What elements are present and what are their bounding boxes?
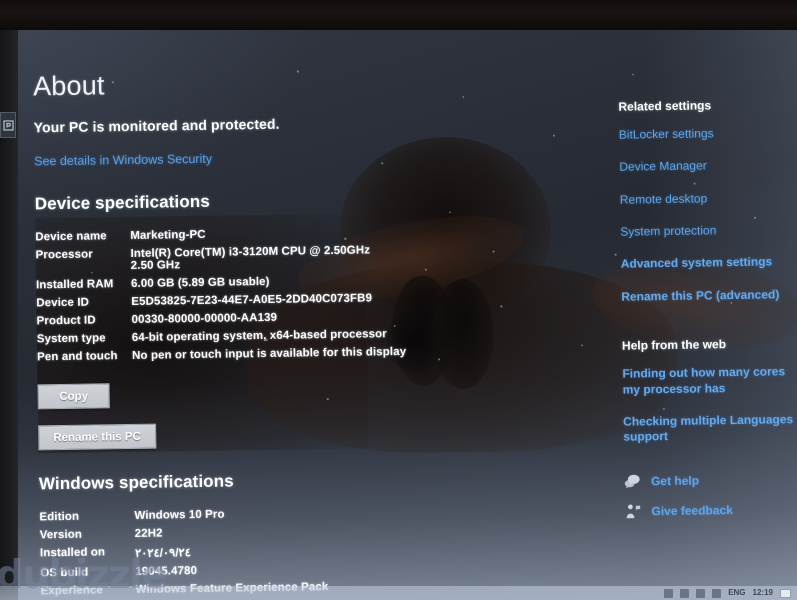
give-feedback-label: Give feedback [651, 502, 733, 518]
related-settings-heading: Related settings [618, 98, 712, 114]
tray-volume-icon[interactable] [696, 588, 706, 598]
right-rail: Related settings BitLocker settings Devi… [618, 97, 797, 533]
monitor-bezel-left [0, 0, 18, 600]
device-specifications-table: Device name Marketing-PC Processor Intel… [35, 220, 597, 366]
language-indicator[interactable]: ENG [728, 589, 745, 597]
tray-network-icon[interactable] [680, 588, 690, 598]
spec-label: Product ID [36, 314, 96, 328]
help-link-multiple-languages-support[interactable]: Checking multiple Languages support [623, 412, 797, 445]
related-link-remote-desktop[interactable]: Remote desktop [620, 190, 797, 208]
spec-label: Edition [39, 510, 80, 524]
related-link-system-protection[interactable]: System protection [620, 222, 797, 240]
protection-status-text: Your PC is monitored and protected. [33, 115, 280, 136]
page-title: About [32, 70, 105, 102]
taskbar-edge-icon[interactable] [0, 112, 16, 138]
monitor-bezel-top [0, 0, 797, 30]
speech-bubble-icon [624, 473, 641, 489]
copy-button[interactable]: Copy [37, 383, 110, 410]
action-center-icon[interactable] [780, 588, 791, 598]
spec-label: Pen and touch [37, 350, 118, 364]
watermark: dubizzle [0, 553, 168, 598]
about-main-content: About Your PC is monitored and protected… [33, 63, 601, 600]
photograph-of-monitor: About Your PC is monitored and protected… [0, 0, 797, 600]
related-link-advanced-system-settings[interactable]: Advanced system settings [621, 254, 797, 272]
feedback-person-icon [624, 503, 641, 519]
clock[interactable]: 12:19 [753, 589, 773, 597]
spec-label: Device ID [36, 296, 90, 310]
help-link-processor-cores[interactable]: Finding out how many cores my processor … [622, 364, 797, 397]
get-help-label: Get help [650, 473, 700, 488]
windows-specifications-heading: Windows specifications [38, 471, 234, 494]
tray-security-icon[interactable] [712, 588, 722, 598]
spec-label: Processor [35, 248, 93, 262]
device-specifications-heading: Device specifications [34, 191, 210, 214]
spec-label: Installed RAM [35, 278, 114, 292]
windows-security-details-link[interactable]: See details in Windows Security [34, 152, 212, 169]
tray-arrow-icon[interactable] [664, 588, 674, 598]
help-from-web-heading: Help from the web [621, 337, 727, 353]
monitor-screen: About Your PC is monitored and protected… [0, 1, 797, 600]
get-help-action[interactable]: Get help [624, 471, 797, 490]
spec-label: System type [36, 332, 106, 346]
give-feedback-action[interactable]: Give feedback [624, 501, 797, 520]
spec-label: Device name [35, 230, 107, 244]
spec-label: Version [39, 528, 83, 542]
related-link-bitlocker-settings[interactable]: BitLocker settings [619, 125, 797, 143]
related-link-device-manager[interactable]: Device Manager [619, 157, 797, 175]
related-link-rename-this-pc-advanced[interactable]: Rename this PC (advanced) [621, 287, 797, 305]
rename-this-pc-button[interactable]: Rename this PC [38, 423, 157, 451]
